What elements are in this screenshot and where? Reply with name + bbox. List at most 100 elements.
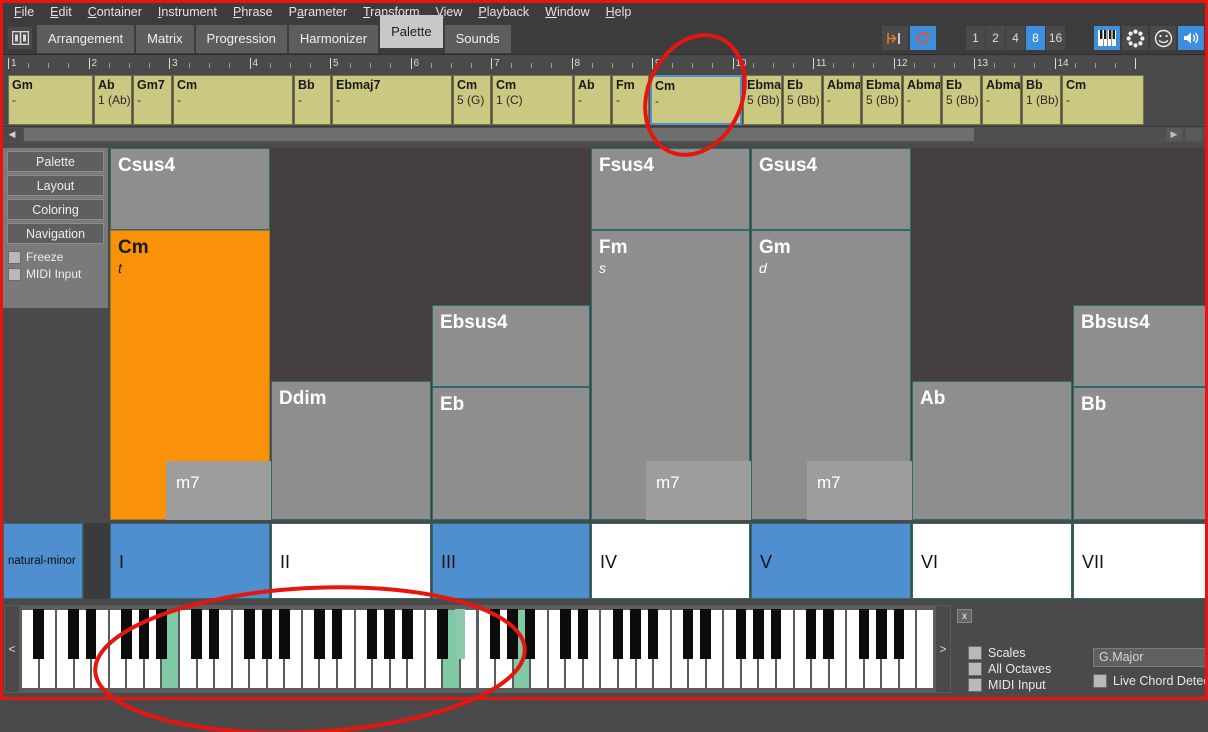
metronome-icon[interactable]: [1150, 26, 1176, 50]
degree-cell-IV[interactable]: IV: [591, 523, 750, 599]
scrollbar-thumb[interactable]: [24, 128, 974, 141]
menu-item-file[interactable]: File: [6, 5, 42, 19]
left-panel-checkboxes[interactable]: Freeze MIDI Input: [3, 250, 108, 281]
sus-chord-cell[interactable]: Bbsus4: [1073, 305, 1208, 387]
piano-black-key[interactable]: [647, 609, 659, 659]
chord-track-item[interactable]: Cm 5 (G): [453, 75, 491, 125]
degree-cell-VII[interactable]: VII: [1073, 523, 1208, 599]
checkbox-row[interactable]: All Octaves: [968, 662, 1051, 676]
chord-track-item[interactable]: Gm7-: [133, 75, 172, 125]
chord-track-item[interactable]: Eb 5 (Bb): [942, 75, 981, 125]
piano-black-key[interactable]: [682, 609, 694, 659]
piano-black-key[interactable]: [524, 609, 536, 659]
menu-item-instrument[interactable]: Instrument: [150, 5, 225, 19]
tab-harmonizer[interactable]: Harmonizer: [288, 25, 379, 53]
chord-track-item[interactable]: Cm 1 (C): [492, 75, 573, 125]
detected-scale-field[interactable]: G.Major: [1093, 648, 1208, 667]
chord-track-item[interactable]: Fm -: [612, 75, 649, 125]
scroll-end-button[interactable]: [1186, 128, 1202, 141]
tab-progression[interactable]: Progression: [195, 25, 287, 53]
piano-black-key[interactable]: [437, 609, 448, 659]
tab-palette[interactable]: Palette: [380, 15, 443, 48]
piano-black-key[interactable]: [208, 609, 220, 659]
piano-black-key[interactable]: [243, 609, 255, 659]
chord-extension-cell[interactable]: m7: [646, 461, 751, 520]
scroll-right-button[interactable]: ▶: [1166, 128, 1182, 141]
checkbox-row[interactable]: MIDI Input: [8, 267, 108, 281]
checkbox-row[interactable]: Scales: [968, 646, 1026, 660]
keyboard-next-button[interactable]: >: [936, 606, 950, 692]
sus-chord-cell[interactable]: Csus4: [110, 148, 270, 230]
menu-item-help[interactable]: Help: [598, 5, 640, 19]
sus-chord-cell[interactable]: Fsus4: [591, 148, 750, 230]
piano-black-key[interactable]: [331, 609, 343, 659]
snap-to-grid-icon[interactable]: [882, 26, 908, 50]
piano-black-key[interactable]: [577, 609, 589, 659]
menu-item-phrase[interactable]: Phrase: [225, 5, 281, 19]
left-panel-buttons[interactable]: Palette Layout Coloring Navigation: [3, 151, 108, 244]
chord-track-item[interactable]: Ab 1 (Ab): [94, 75, 132, 125]
chord-track-item[interactable]: Abma -: [823, 75, 861, 125]
menu-item-parameter[interactable]: Parameter: [281, 5, 355, 19]
piano-black-key[interactable]: [85, 609, 97, 659]
cycle-icon[interactable]: [910, 26, 936, 50]
piano-black-key[interactable]: [805, 609, 817, 659]
menu-item-playback[interactable]: Playback: [470, 5, 537, 19]
piano-black-key[interactable]: [156, 609, 167, 659]
settings-gear-icon[interactable]: [1122, 26, 1148, 50]
menu-item-window[interactable]: Window: [537, 5, 597, 19]
degree-cell-V[interactable]: V: [751, 523, 911, 599]
main-chord-cell[interactable]: Bb7: [1073, 387, 1208, 520]
checkbox[interactable]: [968, 646, 982, 660]
left-panel-palette-button[interactable]: Palette: [7, 151, 104, 172]
main-chord-cell[interactable]: Fm s m7: [591, 230, 751, 520]
piano-black-key[interactable]: [454, 609, 466, 659]
piano-black-key[interactable]: [560, 609, 571, 659]
piano-black-key[interactable]: [823, 609, 834, 659]
left-panel-navigation-button[interactable]: Navigation: [7, 223, 104, 244]
main-chord-cell[interactable]: Ddimm7(b5): [271, 381, 431, 520]
checkbox-row[interactable]: Freeze: [8, 250, 108, 264]
chord-track-item[interactable]: Eb 5 (Bb): [783, 75, 822, 125]
chord-track-item[interactable]: Abma -: [903, 75, 941, 125]
piano-white-key[interactable]: [916, 609, 934, 689]
piano-black-key[interactable]: [858, 609, 870, 659]
degree-cell-VI[interactable]: VI: [912, 523, 1072, 599]
track-scrollbar[interactable]: ◀ ▶: [0, 126, 1208, 143]
piano-black-key[interactable]: [121, 609, 132, 659]
left-panel-coloring-button[interactable]: Coloring: [7, 199, 104, 220]
view-tabs[interactable]: Arrangement Matrix Progression Harmonizer Pa…: [37, 15, 513, 53]
degree-cell-III[interactable]: III: [432, 523, 590, 599]
quantize-1-button[interactable]: 1: [966, 26, 985, 50]
chord-track-item[interactable]: Ebma 5 (Bb): [862, 75, 902, 125]
piano-black-key[interactable]: [279, 609, 290, 659]
quantize-8-button[interactable]: 8: [1026, 26, 1045, 50]
keyboard-icon[interactable]: [1094, 26, 1120, 50]
live-chord-detect-row[interactable]: Live Chord Detect: [1093, 674, 1208, 688]
checkbox[interactable]: [968, 678, 982, 692]
piano-black-key[interactable]: [384, 609, 395, 659]
close-icon[interactable]: x: [957, 609, 972, 623]
chord-track-item[interactable]: Ebmaj7-: [332, 75, 452, 125]
main-chord-cell[interactable]: Cm t m7: [110, 230, 271, 520]
piano-keyboard[interactable]: < >: [4, 605, 951, 693]
scroll-left-button[interactable]: ◀: [3, 128, 21, 141]
chord-track-item[interactable]: Ab -: [574, 75, 611, 125]
main-chord-cell[interactable]: Abmaj7: [912, 381, 1072, 520]
menu-item-container[interactable]: Container: [80, 5, 150, 19]
piano-black-key[interactable]: [753, 609, 764, 659]
chord-track-item[interactable]: Abma -: [982, 75, 1021, 125]
sus-chord-cell[interactable]: Gsus4: [751, 148, 911, 230]
quantize-buttons[interactable]: 1 2 4 8 16: [966, 26, 1066, 50]
chord-extension-cell[interactable]: m7: [166, 461, 271, 520]
checkbox[interactable]: [8, 267, 21, 281]
chord-track-item[interactable]: Bb 1 (Bb): [1022, 75, 1061, 125]
chord-palette-grid[interactable]: Csus4 Cm t m7 Ddimm7(b5) Ebsus4 Ebmaj7 Fsus4 Fm s…: [110, 148, 1208, 520]
piano-black-key[interactable]: [68, 609, 79, 659]
checkbox-row[interactable]: MIDI Input: [968, 678, 1046, 692]
chord-track-item[interactable]: Ebma 5 (Bb): [743, 75, 782, 125]
piano-black-key[interactable]: [33, 609, 44, 659]
checkbox[interactable]: [968, 662, 982, 676]
piano-black-key[interactable]: [630, 609, 641, 659]
keyboard-prev-button[interactable]: <: [5, 606, 19, 692]
